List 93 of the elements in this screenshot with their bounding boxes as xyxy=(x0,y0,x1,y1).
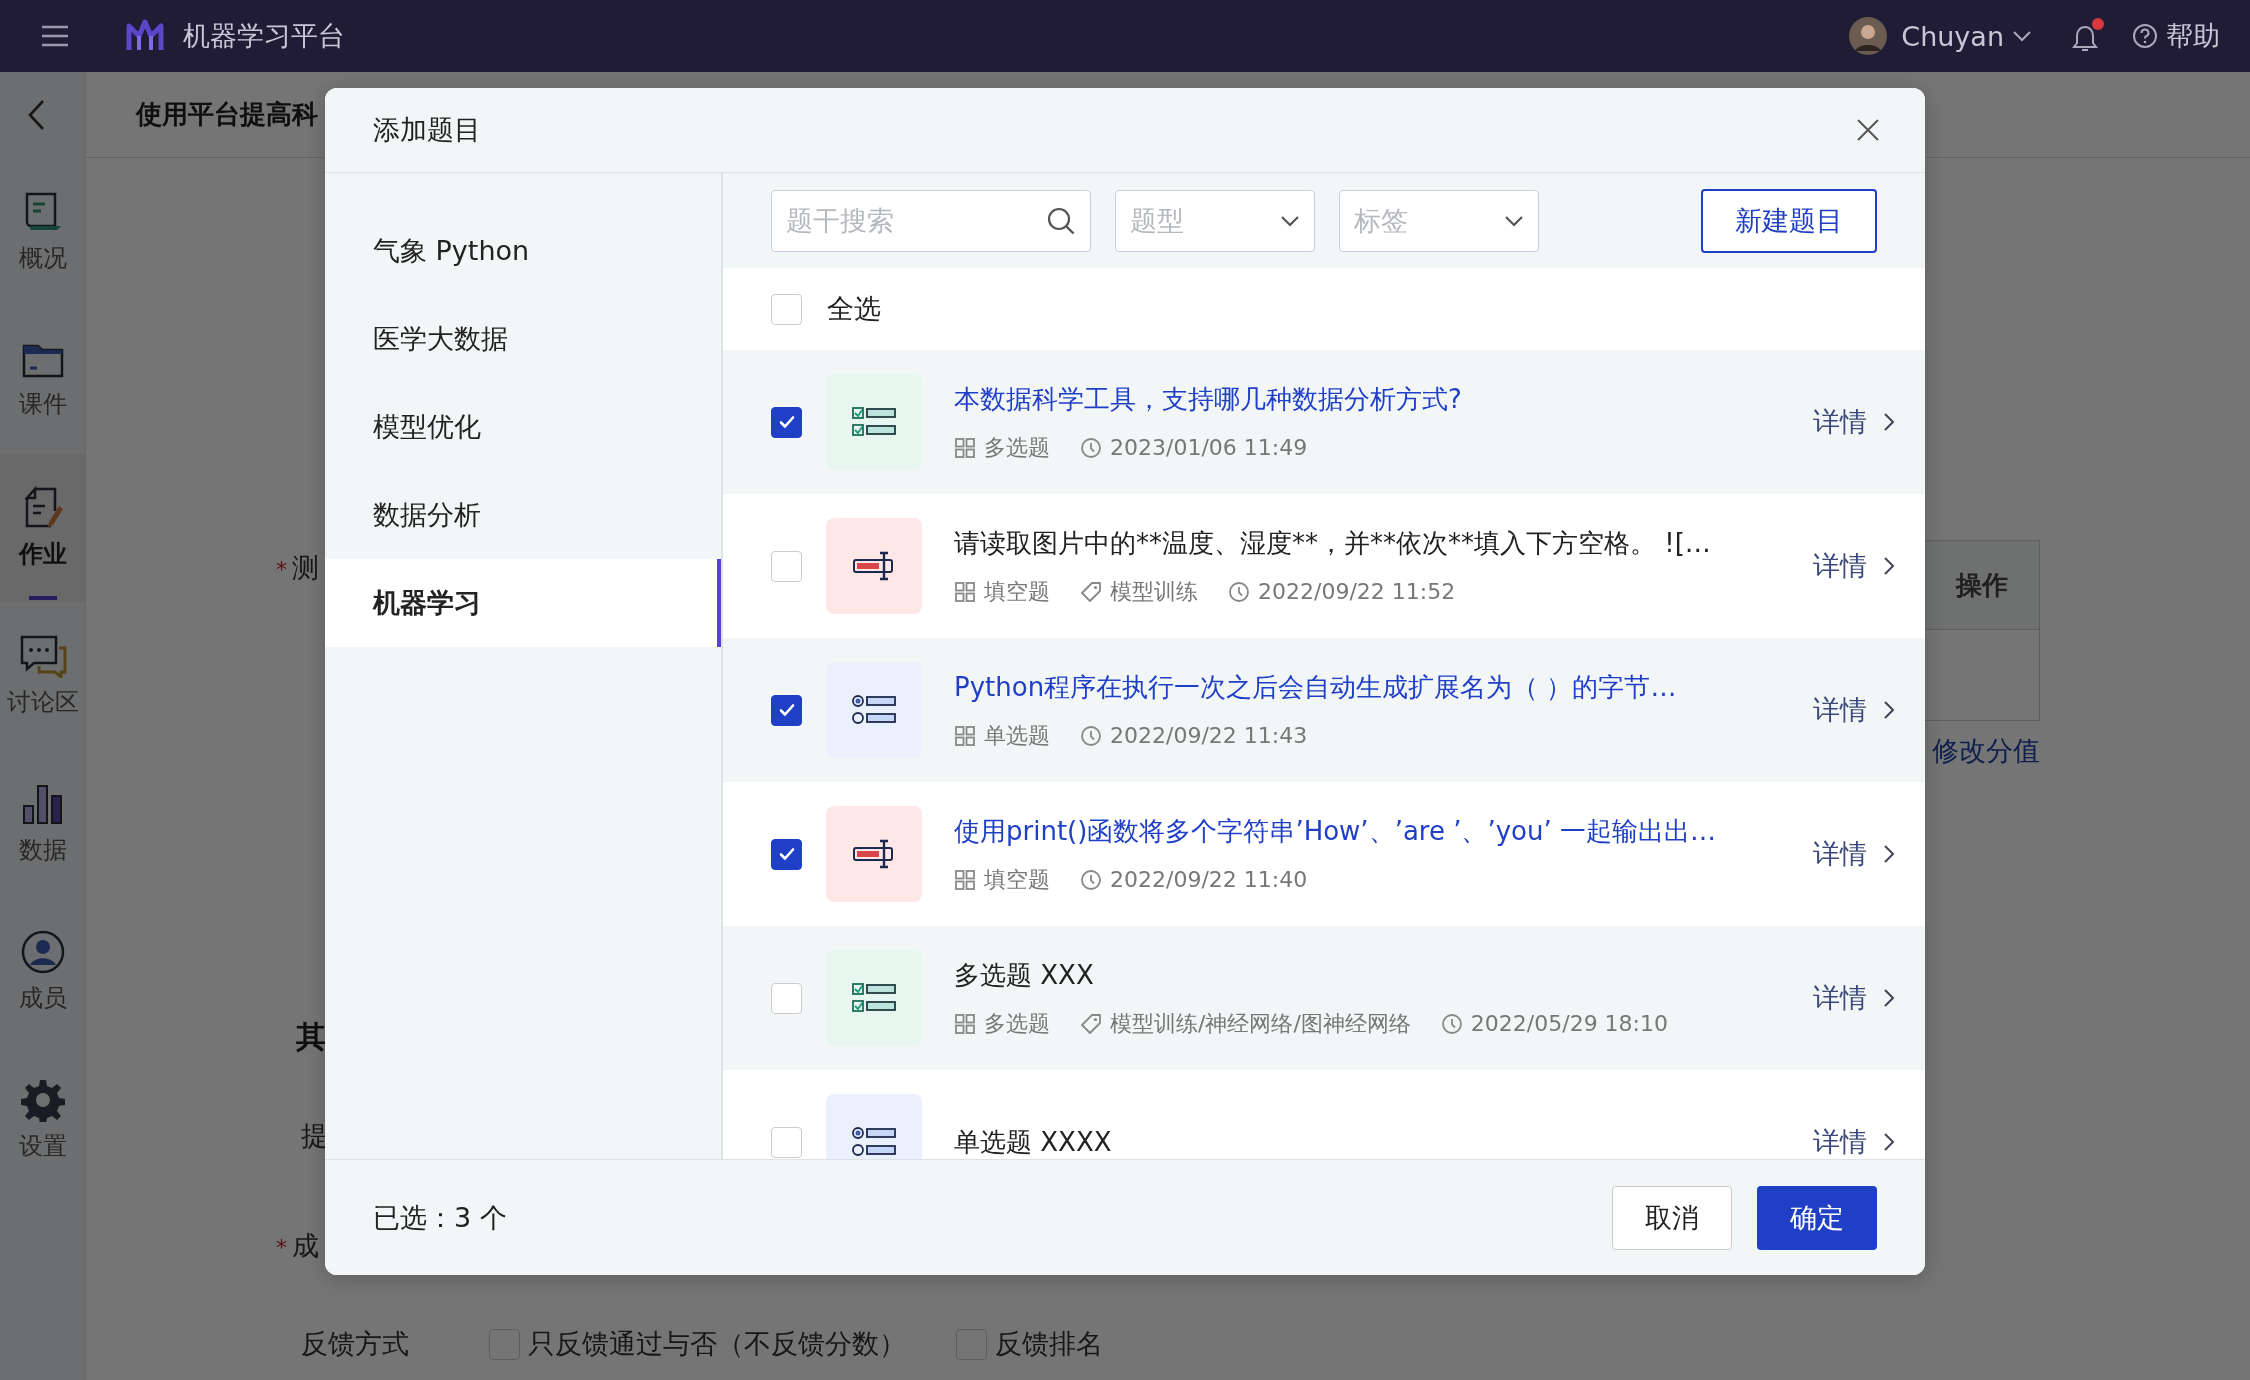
checkbox-label: 只反馈通过与否（不反馈分数） xyxy=(528,1327,906,1361)
chevron-down-icon[interactable] xyxy=(2012,29,2032,43)
search-icon xyxy=(1046,205,1076,236)
question-title[interactable]: 使用print()函数将多个字符串’How’、’are ’、’you’ 一起输出出… xyxy=(954,813,1793,849)
details-link[interactable]: 详情 xyxy=(1813,836,1895,872)
app-title: 机器学习平台 xyxy=(183,19,345,53)
dialog-title: 添加题目 xyxy=(373,113,482,147)
bar-chart-icon xyxy=(20,782,65,826)
settings-icon xyxy=(20,1078,65,1122)
meta-text: 单选题 xyxy=(984,721,1050,750)
sidebar-item[interactable]: 作业 xyxy=(0,454,85,602)
category-item[interactable]: 医学大数据 xyxy=(325,295,721,383)
clock-icon xyxy=(1080,868,1102,891)
chevron-right-icon xyxy=(1883,988,1895,1008)
help-link[interactable]: 帮助 xyxy=(2132,18,2220,54)
bell-icon[interactable] xyxy=(2072,18,2104,54)
avatar xyxy=(1849,17,1888,55)
meta-text: 多选题 xyxy=(984,433,1050,462)
meta-text: 2023/01/06 11:49 xyxy=(1110,435,1308,460)
meta-text: 2022/05/29 18:10 xyxy=(1470,1011,1669,1036)
user-icon xyxy=(20,930,65,974)
meta-text: 2022/09/22 11:52 xyxy=(1258,579,1456,604)
chevron-down-icon xyxy=(1504,214,1524,227)
question-title[interactable]: 请读取图片中的**温度、湿度**，并**依次**填入下方空格。 ![… xyxy=(954,525,1793,561)
meta-text: 模型训练 xyxy=(1110,577,1198,606)
grid-icon xyxy=(954,868,976,891)
meta-text: 填空题 xyxy=(984,865,1050,894)
close-icon[interactable] xyxy=(1856,118,1880,142)
checklist-icon xyxy=(826,950,922,1046)
grid-icon xyxy=(954,436,976,459)
question-title[interactable]: 单选题 XXXX xyxy=(954,1124,1793,1159)
chevron-right-icon xyxy=(1883,844,1895,864)
section-heading: 其 xyxy=(296,1018,326,1056)
question-title[interactable]: 本数据科学工具，支持哪几种数据分析方式? xyxy=(954,381,1793,417)
clock-icon xyxy=(1440,1012,1463,1035)
meta-text: 填空题 xyxy=(984,577,1050,606)
category-item[interactable]: 机器学习 xyxy=(325,559,721,647)
page-title: 使用平台提高科 xyxy=(136,98,318,131)
help-label: 帮助 xyxy=(2166,19,2220,53)
cancel-button[interactable]: 取消 xyxy=(1612,1185,1732,1250)
grid-icon xyxy=(954,724,976,747)
grid-icon xyxy=(954,580,976,603)
question-row[interactable]: 本数据科学工具，支持哪几种数据分析方式? 多选题 2023/01/06 11:49 详情 xyxy=(723,350,1925,494)
chat-icon xyxy=(18,634,67,678)
category-item[interactable]: 模型优化 xyxy=(325,383,721,471)
selected-count: 已选：3 个 xyxy=(373,1200,507,1235)
checkbox[interactable] xyxy=(771,838,802,870)
confirm-button[interactable]: 确定 xyxy=(1757,1185,1877,1250)
category-item[interactable]: 数据分析 xyxy=(325,471,721,559)
form-label: 提 xyxy=(301,1119,328,1153)
chevron-right-icon xyxy=(1883,412,1895,432)
tag-icon xyxy=(1080,580,1102,603)
form-label: 反馈方式 xyxy=(301,1327,409,1361)
meta-text: 多选题 xyxy=(984,1009,1050,1038)
category-item[interactable]: 气象 Python xyxy=(325,207,721,295)
text-input-icon xyxy=(826,806,922,902)
checkbox[interactable] xyxy=(771,694,802,726)
active-indicator xyxy=(28,596,57,600)
grid-icon xyxy=(954,1012,976,1035)
question-title[interactable]: Python程序在执行一次之后会自动生成扩展名为（ ）的字节… xyxy=(954,669,1793,705)
meta-text: 2022/09/22 11:43 xyxy=(1110,723,1308,748)
new-question-button[interactable]: 新建题目 xyxy=(1701,188,1877,253)
table-header: 操作 xyxy=(1924,541,2039,630)
clock-icon xyxy=(1080,724,1102,747)
checkbox[interactable] xyxy=(771,406,802,438)
details-link[interactable]: 详情 xyxy=(1813,1124,1895,1159)
form-label: * 测 xyxy=(276,551,319,585)
question-row[interactable]: 多选题 XXX 多选题 模型训练/神经网络/图神经网络 2022/05/29 18:10 详情 xyxy=(723,926,1925,1070)
text-input-icon xyxy=(826,518,922,614)
form-label: * 成 xyxy=(276,1229,319,1263)
details-link[interactable]: 详情 xyxy=(1813,692,1895,728)
checkbox-label: 全选 xyxy=(827,292,881,326)
radio-list-icon xyxy=(826,662,922,758)
clock-icon xyxy=(1228,580,1250,603)
checklist-icon xyxy=(826,374,922,470)
details-link[interactable]: 详情 xyxy=(1813,548,1895,584)
help-icon xyxy=(2132,23,2158,49)
clock-icon xyxy=(1080,436,1102,459)
chevron-right-icon xyxy=(1883,700,1895,720)
question-row[interactable]: Python程序在执行一次之后会自动生成扩展名为（ ）的字节… 单选题 2022/09/22 11:43 详情 xyxy=(723,638,1925,782)
user-menu[interactable]: Chuyan xyxy=(1901,20,2004,52)
chevron-down-icon xyxy=(1280,214,1300,227)
checkbox-label: 反馈排名 xyxy=(995,1327,1103,1361)
tag-icon xyxy=(1080,1012,1102,1035)
chevron-right-icon xyxy=(1883,1132,1895,1152)
select-all-checkbox[interactable] xyxy=(771,293,802,325)
menu-icon[interactable] xyxy=(40,24,70,48)
details-link[interactable]: 详情 xyxy=(1813,980,1895,1016)
details-link[interactable]: 详情 xyxy=(1813,404,1895,440)
meta-text: 2022/09/22 11:40 xyxy=(1110,867,1308,892)
question-title[interactable]: 多选题 XXX xyxy=(954,957,1793,993)
chevron-right-icon xyxy=(1883,556,1895,576)
meta-text: 模型训练/神经网络/图神经网络 xyxy=(1110,1009,1411,1038)
